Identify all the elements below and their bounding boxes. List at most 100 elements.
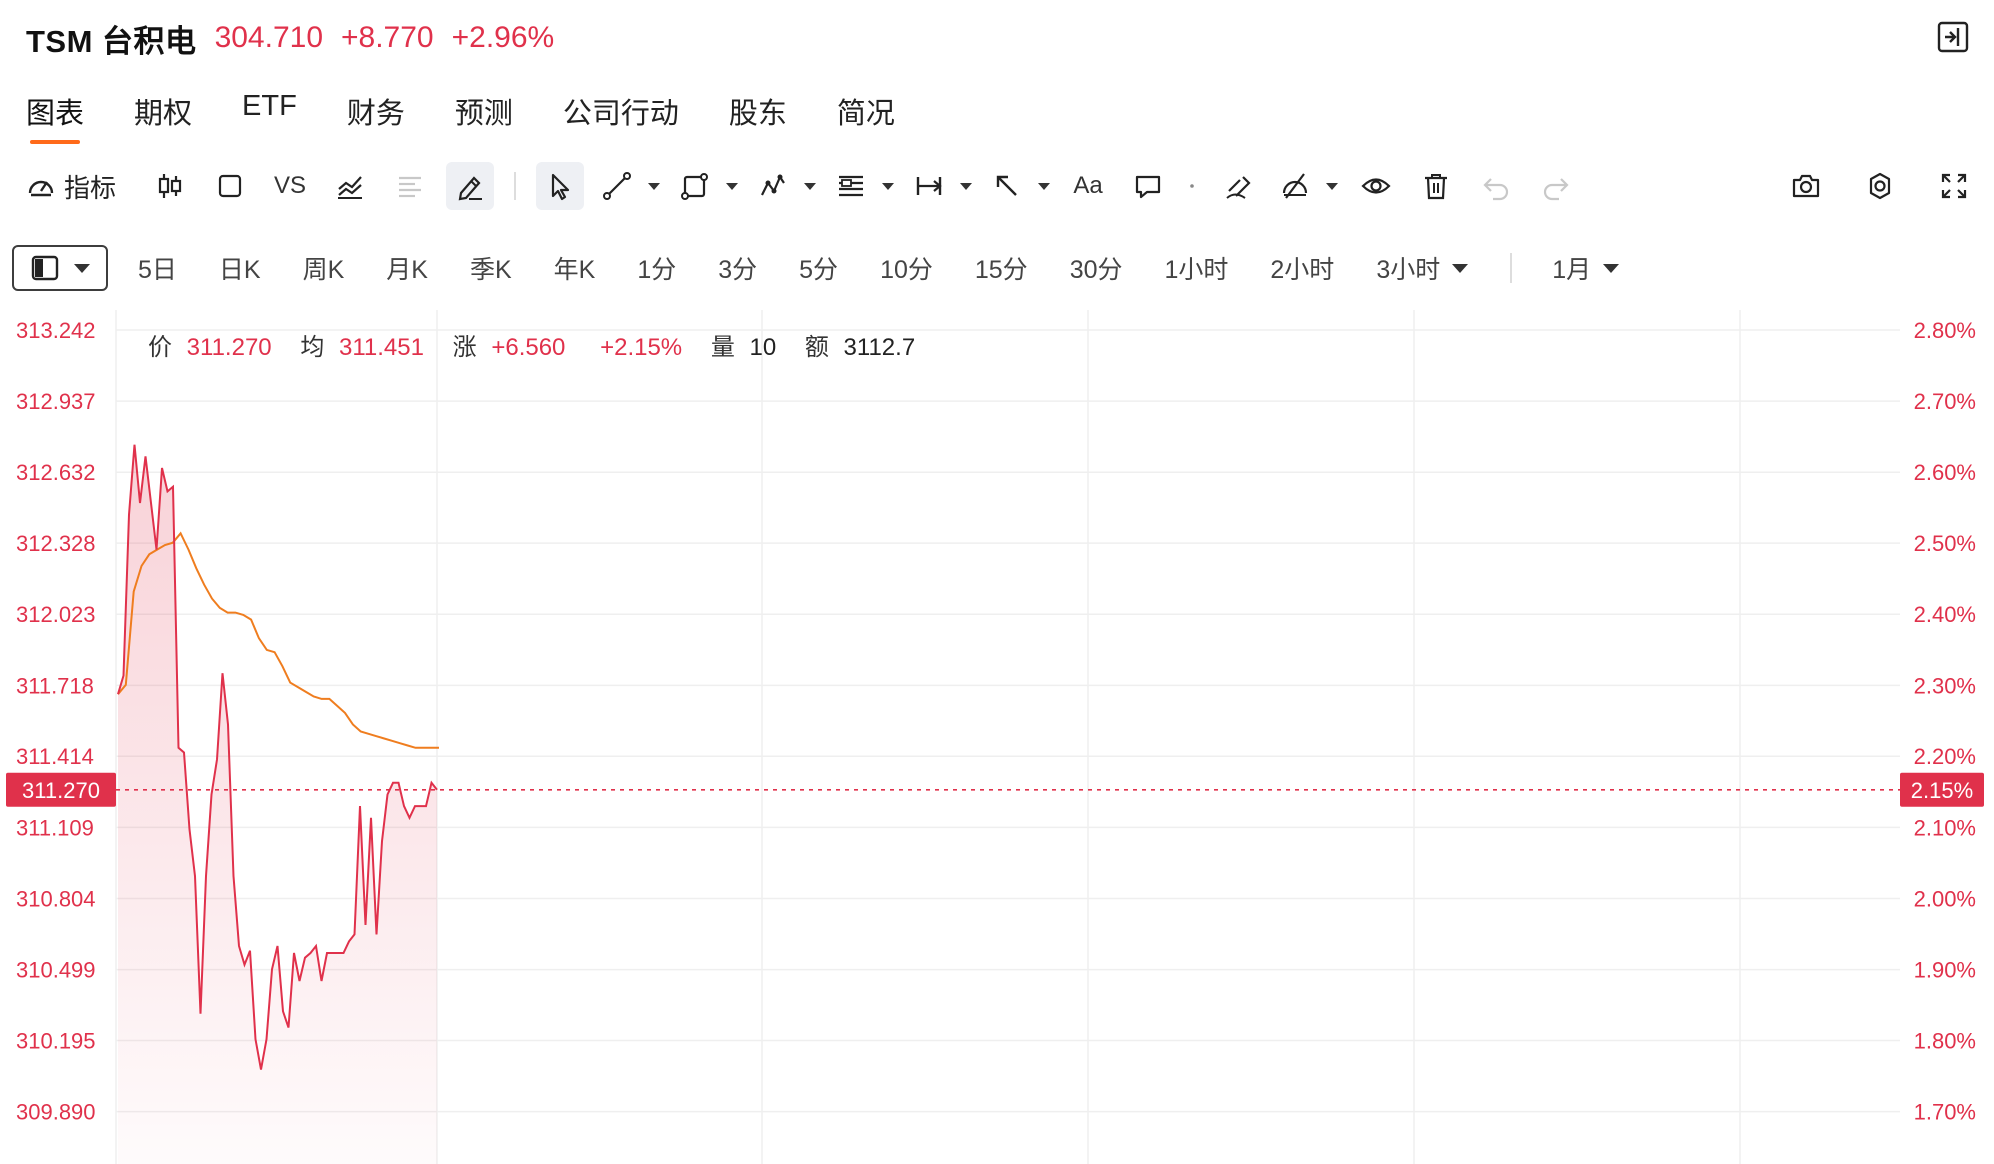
tab-forecast[interactable]: 预测	[455, 90, 513, 146]
chart-toolbar: 指标 VS Aa	[26, 160, 1978, 212]
chevron-down-icon	[74, 263, 90, 273]
tab-profile[interactable]: 简况	[837, 90, 895, 146]
period-bar: 5日 日K 周K 月K 季K 年K 1分 3分 5分 10分 15分 30分 1…	[12, 244, 1661, 292]
candlestick-icon[interactable]	[146, 162, 194, 210]
align-icon[interactable]	[386, 162, 434, 210]
tab-financials[interactable]: 财务	[347, 90, 405, 146]
period-30min[interactable]: 30分	[1070, 250, 1123, 286]
period-month[interactable]: 月K	[386, 250, 428, 286]
price-tick-label: 313.242	[16, 318, 96, 343]
price-tick-label: 312.328	[16, 531, 96, 556]
info-vol: 10	[750, 334, 777, 361]
percent-tick-label: 2.60%	[1914, 460, 1976, 485]
range-dropdown[interactable]: 1月	[1552, 250, 1620, 286]
info-chg: +6.560	[491, 334, 565, 361]
info-avg-label: 均	[300, 334, 324, 361]
tab-options[interactable]: 期权	[134, 90, 192, 146]
eye-icon[interactable]	[1352, 162, 1400, 210]
quote-header: TSM 台积电 304.710 +8.770 +2.96%	[26, 14, 554, 62]
layout-toggle-button[interactable]	[12, 245, 108, 291]
pattern-icon[interactable]	[752, 162, 818, 210]
percent-tick-label: 1.80%	[1914, 1028, 1976, 1053]
period-3min[interactable]: 3分	[718, 250, 757, 286]
svg-text:311.270: 311.270	[22, 778, 100, 803]
percent-tick-label: 2.10%	[1914, 815, 1976, 840]
percent-tick-label: 2.80%	[1914, 318, 1976, 343]
chevron-down-icon	[1603, 263, 1620, 273]
text-tool-button[interactable]: Aa	[1064, 162, 1112, 210]
tab-corporate-actions[interactable]: 公司行动	[563, 90, 679, 146]
chevron-down-icon	[1452, 263, 1469, 273]
price-tick-label: 311.718	[16, 673, 94, 698]
info-pct: +2.15%	[600, 334, 682, 361]
symbol-name: TSM 台积电	[26, 23, 197, 59]
pen-icon[interactable]	[446, 162, 495, 210]
vs-label: VS	[274, 172, 307, 199]
undo-icon[interactable]	[1472, 162, 1520, 210]
price-change-pct: +2.96%	[451, 21, 555, 54]
percent-tick-label: 1.70%	[1914, 1100, 1976, 1125]
tab-shareholders[interactable]: 股东	[729, 90, 787, 146]
gauge-icon	[28, 180, 54, 197]
arrow-icon[interactable]	[986, 162, 1052, 210]
period-year[interactable]: 年K	[554, 250, 596, 286]
shape-icon[interactable]	[674, 162, 740, 210]
period-5d[interactable]: 5日	[138, 250, 177, 286]
current-pct-tag: 2.15%	[1900, 772, 1984, 807]
price-tick-label: 310.804	[16, 886, 96, 911]
percent-tick-label: 2.20%	[1914, 744, 1976, 769]
trash-icon[interactable]	[1412, 162, 1460, 210]
indicator-button[interactable]: 指标	[26, 168, 116, 205]
cursor-icon[interactable]	[536, 162, 585, 210]
info-legend: 价 311.270 均 311.451 涨 +6.560 +2.15% 量 10…	[148, 334, 915, 361]
price-tick-label: 309.890	[16, 1100, 96, 1125]
price-area-fill	[118, 444, 437, 1164]
tab-etf[interactable]: ETF	[242, 90, 297, 146]
period-divider	[1510, 253, 1513, 283]
main-tabs: 图表 期权 ETF 财务 预测 公司行动 股东 简况	[26, 90, 945, 146]
price-tick-label: 311.414	[16, 744, 94, 769]
period-week[interactable]: 周K	[303, 250, 345, 286]
info-vol-label: 量	[711, 334, 735, 361]
line-chart-icon[interactable]	[326, 162, 374, 210]
fib-icon[interactable]	[830, 162, 896, 210]
text-icon: Aa	[1073, 172, 1103, 199]
period-1h[interactable]: 1小时	[1165, 250, 1229, 286]
info-amt: 3112.7	[844, 334, 916, 361]
period-day[interactable]: 日K	[219, 250, 261, 286]
price-tick-label: 312.632	[16, 460, 96, 485]
magnet-icon[interactable]	[1214, 162, 1262, 210]
period-2h[interactable]: 2小时	[1270, 250, 1334, 286]
info-price: 311.270	[187, 334, 272, 361]
rectangle-icon[interactable]	[206, 162, 254, 210]
period-10min[interactable]: 10分	[880, 250, 933, 286]
redo-icon[interactable]	[1532, 162, 1580, 210]
percent-tick-label: 1.90%	[1914, 958, 1976, 983]
intraday-chart[interactable]: 313.242 312.937 312.632 312.328 312.023 311.7…	[0, 310, 1994, 1164]
collapse-panel-icon[interactable]	[1936, 20, 1970, 54]
camera-icon[interactable]	[1782, 162, 1830, 210]
compare-button[interactable]: VS	[266, 162, 314, 210]
period-15min[interactable]: 15分	[975, 250, 1028, 286]
gear-icon[interactable]	[1856, 162, 1904, 210]
percent-tick-label: 2.50%	[1914, 531, 1976, 556]
comment-icon[interactable]	[1124, 162, 1172, 210]
period-1min[interactable]: 1分	[637, 250, 676, 286]
price-tick-label: 311.109	[16, 815, 94, 840]
tab-chart[interactable]: 图表	[26, 90, 84, 146]
fullscreen-icon[interactable]	[1930, 162, 1978, 210]
measure-icon[interactable]	[908, 162, 974, 210]
percent-tick-label: 2.30%	[1914, 673, 1976, 698]
percent-tick-label: 2.40%	[1914, 602, 1976, 627]
percent-axis: 2.80% 2.70% 2.60% 2.50% 2.40% 2.30% 2.20% 2.10%…	[1914, 318, 1976, 1125]
period-quarter[interactable]: 季K	[470, 250, 512, 286]
dot-icon[interactable]	[1184, 162, 1200, 210]
trend-line-icon[interactable]	[596, 162, 662, 210]
info-amt-label: 额	[805, 334, 829, 361]
hide-drawings-icon[interactable]	[1274, 162, 1340, 210]
price-tick-label: 312.023	[16, 602, 96, 627]
period-3h-dropdown[interactable]: 3小时	[1376, 250, 1469, 286]
info-avg: 311.451	[339, 334, 424, 361]
period-5min[interactable]: 5分	[799, 250, 838, 286]
price-tick-label: 310.499	[16, 958, 96, 983]
